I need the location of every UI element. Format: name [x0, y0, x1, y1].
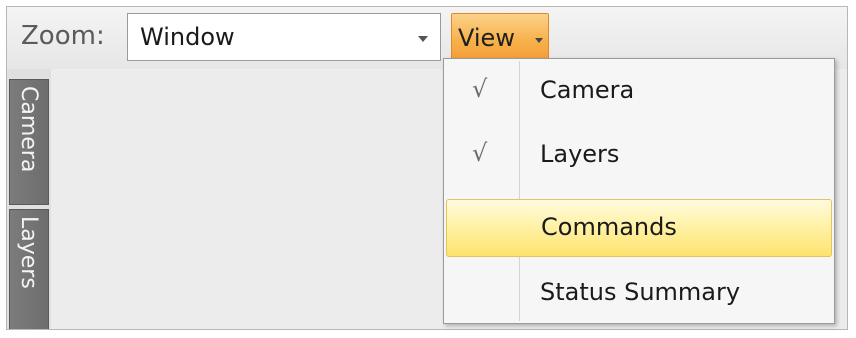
chevron-down-icon	[535, 38, 543, 43]
checkmark-icon: √	[472, 75, 488, 103]
zoom-selected-value: Window	[140, 23, 235, 51]
side-panel-tabs: Camera Layers	[7, 69, 51, 329]
menu-item-label: Layers	[540, 140, 620, 168]
checkmark-icon: √	[472, 139, 488, 167]
view-button-label: View	[458, 24, 515, 52]
side-tab-label: Layers	[16, 216, 41, 289]
menu-item-label: Commands	[541, 213, 677, 241]
zoom-dropdown[interactable]: Window	[127, 13, 441, 61]
view-dropdown-menu: √ Camera √ Layers Commands Status Summar…	[443, 58, 835, 324]
menu-item-layers[interactable]: √ Layers	[446, 125, 832, 185]
menu-item-commands[interactable]: Commands	[446, 199, 832, 257]
menu-item-camera[interactable]: √ Camera	[446, 61, 832, 121]
side-tab-label: Camera	[16, 86, 41, 173]
side-tab-camera[interactable]: Camera	[9, 79, 49, 205]
side-tab-layers[interactable]: Layers	[9, 209, 49, 329]
chevron-down-icon	[418, 36, 428, 42]
menu-item-label: Status Summary	[540, 278, 741, 306]
zoom-label: Zoom:	[21, 21, 105, 51]
menu-item-label: Camera	[540, 76, 635, 104]
view-menu-button[interactable]: View	[451, 13, 549, 63]
menu-item-status-summary[interactable]: Status Summary	[446, 263, 832, 323]
